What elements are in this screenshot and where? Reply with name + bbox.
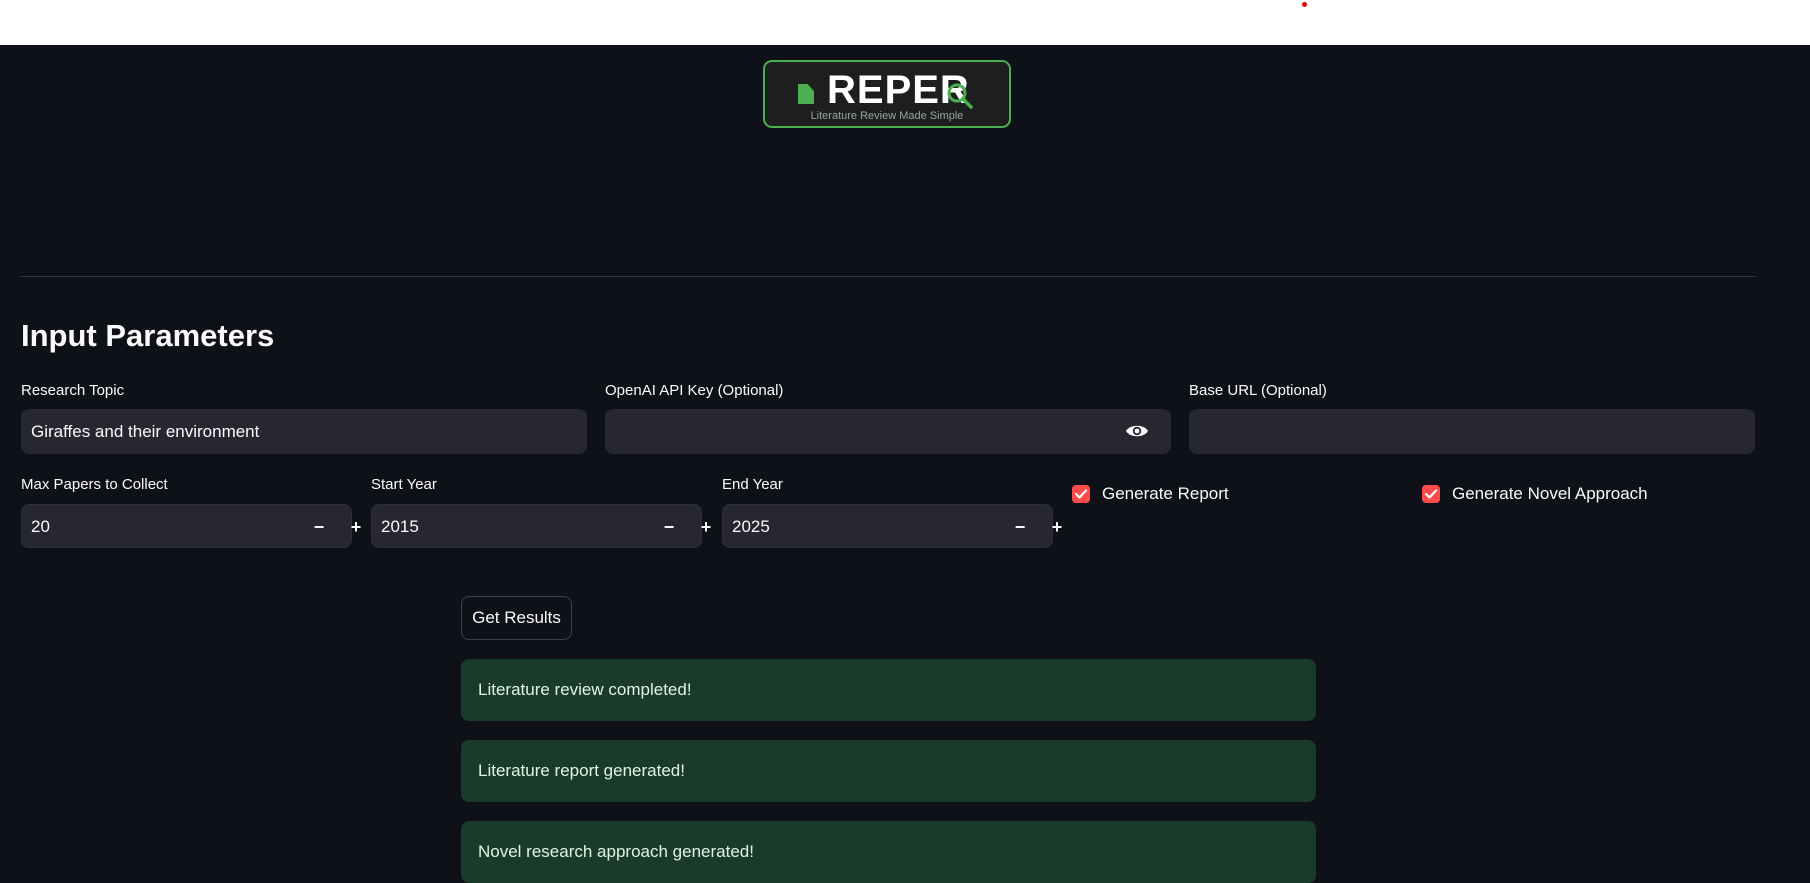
max-papers-increment-button[interactable]: + [342, 513, 370, 541]
logo-tagline: Literature Review Made Simple [810, 110, 964, 122]
end-year-value[interactable]: 2025 [732, 517, 770, 537]
checkmark-icon[interactable] [1422, 485, 1440, 503]
start-year-label: Start Year [371, 476, 437, 493]
success-alert: Literature review completed! [461, 659, 1316, 721]
show-password-eye-icon[interactable] [1125, 423, 1149, 439]
api-key-label: OpenAI API Key (Optional) [605, 382, 784, 399]
divider [21, 276, 1755, 277]
research-topic-value: Giraffes and their environment [31, 421, 260, 441]
section-title: Input Parameters [21, 318, 275, 353]
recording-dot [1302, 2, 1307, 7]
api-key-input[interactable] [605, 409, 1171, 454]
start-year-value[interactable]: 2015 [381, 517, 419, 537]
checkmark-icon[interactable] [1072, 485, 1090, 503]
generate-novel-approach-label: Generate Novel Approach [1452, 484, 1648, 503]
base-url-label: Base URL (Optional) [1189, 382, 1327, 399]
max-papers-label: Max Papers to Collect [21, 476, 168, 493]
end-year-label: End Year [722, 476, 783, 493]
start-year-increment-button[interactable]: + [692, 513, 720, 541]
start-year-stepper[interactable]: 2015 − + [371, 504, 711, 548]
end-year-stepper[interactable]: 2025 − + [722, 504, 1062, 548]
document-icon [798, 84, 814, 104]
end-year-decrement-button[interactable]: − [1006, 513, 1034, 541]
generate-report-label: Generate Report [1102, 484, 1229, 503]
success-alert: Novel research approach generated! [461, 821, 1316, 883]
browser-top-bar [0, 0, 1810, 45]
magnifier-icon [947, 83, 973, 109]
max-papers-stepper[interactable]: 20 − + [21, 504, 361, 548]
research-topic-input[interactable]: Giraffes and their environment [21, 409, 587, 454]
max-papers-decrement-button[interactable]: − [305, 513, 333, 541]
end-year-increment-button[interactable]: + [1043, 513, 1071, 541]
generate-novel-approach-checkbox[interactable]: Generate Novel Approach [1422, 484, 1648, 504]
get-results-button[interactable]: Get Results [461, 596, 572, 640]
start-year-decrement-button[interactable]: − [655, 513, 683, 541]
research-topic-label: Research Topic [21, 382, 125, 399]
generate-report-checkbox[interactable]: Generate Report [1072, 484, 1229, 504]
app-logo: REPER Literature Review Made Simple [763, 60, 1011, 128]
base-url-input[interactable] [1189, 409, 1755, 454]
success-alert: Literature report generated! [461, 740, 1316, 802]
max-papers-value[interactable]: 20 [31, 517, 50, 537]
